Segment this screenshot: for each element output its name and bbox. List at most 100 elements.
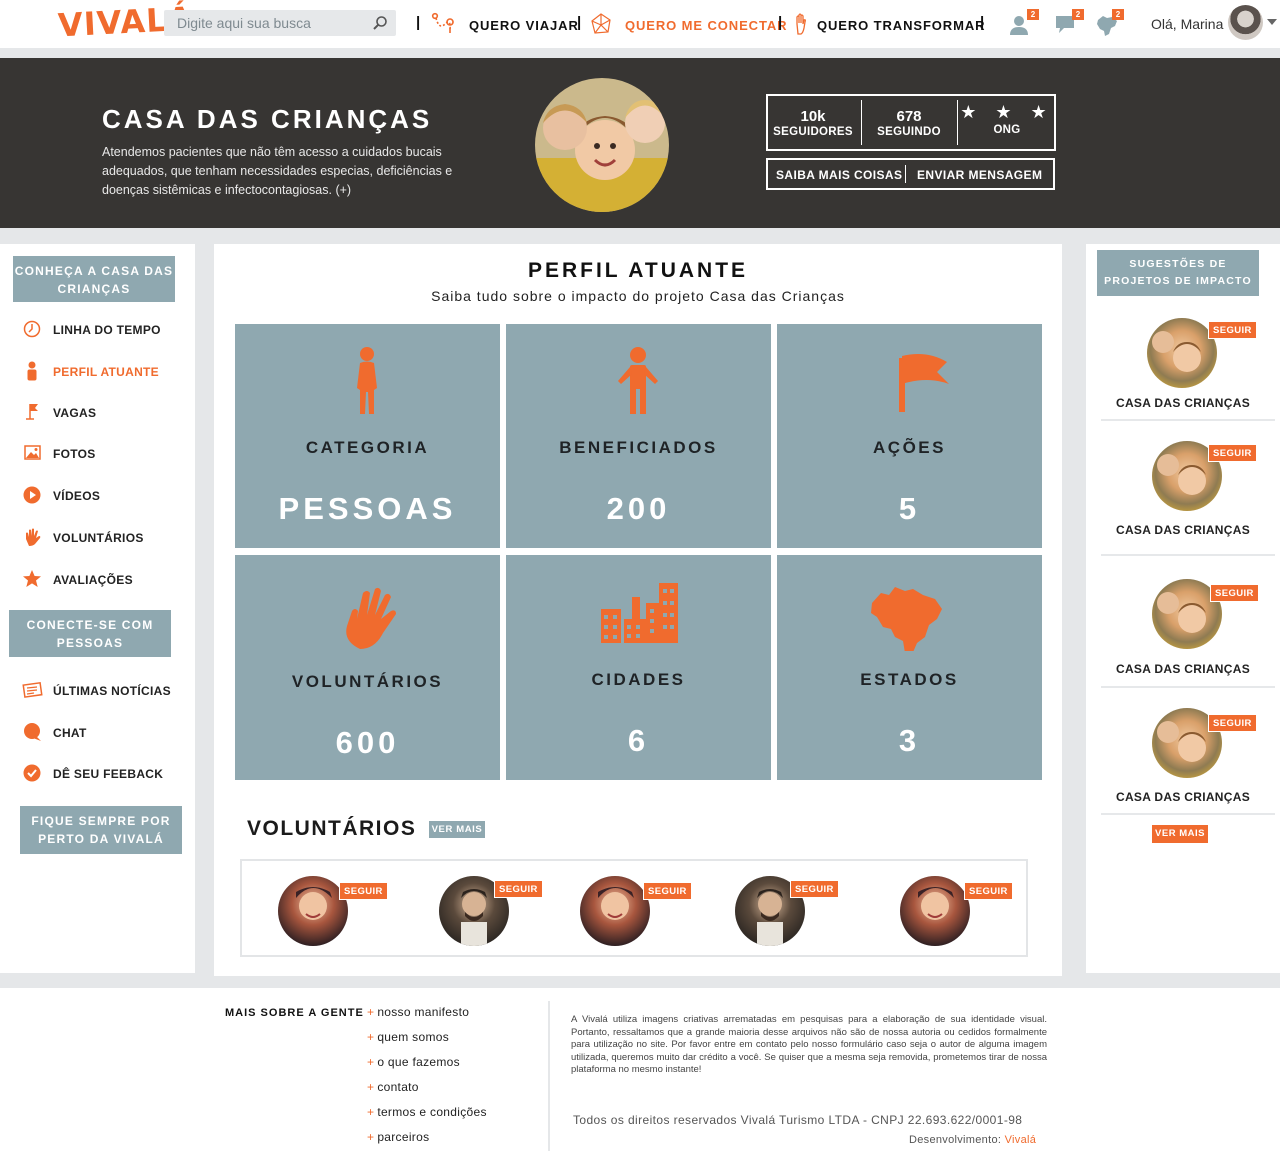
tile-label: CIDADES: [591, 670, 686, 689]
nav-quero-viajar[interactable]: QUERO VIAJAR: [469, 18, 579, 33]
sidebar-item-label: PERFIL ATUANTE: [53, 365, 159, 379]
tile-label: CATEGORIA: [305, 438, 430, 457]
stat-divider: [957, 100, 958, 145]
user-avatar[interactable]: [1228, 5, 1263, 40]
flag-icon: [899, 354, 949, 412]
followers-label: SEGUIDORES: [773, 126, 853, 138]
stat-tile-categoria: CATEGORIA PESSOAS: [235, 324, 500, 548]
hand-icon: [26, 528, 41, 546]
sidebar-item-label: LINHA DO TEMPO: [53, 323, 161, 337]
nav-quero-me-conectar[interactable]: QUERO ME CONECTAR: [625, 18, 787, 33]
chevron-down-icon[interactable]: [1267, 19, 1277, 25]
project-name[interactable]: CASA DAS CRIANÇAS: [1086, 523, 1280, 537]
rating-stat: ★ ★ ★ ONG: [960, 96, 1054, 149]
right-sidebar: SUGESTÕES DE PROJETOS DE IMPACTO SEGUIR …: [1086, 244, 1280, 973]
footer-link-parceiros[interactable]: + parceiros: [367, 1130, 429, 1144]
page-title: PERFIL ATUANTE: [527, 259, 749, 282]
clock-icon: [23, 320, 41, 338]
sidebar-item-linha-do-tempo[interactable]: LINHA DO TEMPO: [22, 319, 192, 339]
footer-link-o-que-fazemos[interactable]: + o que fazemos: [367, 1055, 460, 1069]
following-stat[interactable]: 678 SEGUINDO: [864, 96, 954, 149]
sidebar-item-vagas[interactable]: VAGAS: [22, 402, 192, 422]
footer-link-manifesto[interactable]: + nosso manifesto: [367, 1005, 469, 1019]
profile-photo: [535, 78, 669, 212]
sidebar-item-ultimas-noticias[interactable]: ÚLTIMAS NOTÍCIAS: [22, 680, 192, 700]
search-placeholder: Digite aqui sua busca: [177, 15, 311, 31]
saiba-mais-button[interactable]: SAIBA MAIS COISAS: [776, 168, 902, 182]
footer-link-contato[interactable]: + contato: [367, 1080, 419, 1094]
brazil-map-icon: [871, 587, 942, 651]
button-divider: [905, 165, 906, 183]
stat-tile-cidades: CIDADES 6: [506, 555, 771, 780]
notification-badge: 2: [1027, 9, 1039, 20]
project-name[interactable]: CASA DAS CRIANÇAS: [1086, 662, 1280, 676]
follow-button[interactable]: SEGUIR: [1208, 714, 1257, 732]
volunteers-ver-mais-button[interactable]: VER MAIS: [429, 821, 485, 838]
sidebar-item-voluntarios[interactable]: VOLUNTÁRIOS: [22, 527, 192, 547]
followers-stat[interactable]: 10k SEGUIDORES: [768, 96, 858, 149]
footer: MAIS SOBRE A GENTE + nosso manifesto + que…: [0, 988, 1280, 1161]
footer-link-label: termos e condições: [377, 1105, 487, 1119]
divider: [1101, 419, 1275, 421]
footer-image-credits-note: A Vivalá utiliza imagens criativas arrem…: [571, 1014, 1047, 1076]
volunteer-avatar[interactable]: [580, 876, 650, 946]
developer-link[interactable]: Vivalá: [1005, 1134, 1037, 1146]
sidebar-item-label: AVALIAÇÕES: [53, 573, 133, 587]
sidebar-item-label: VÍDEOS: [53, 489, 101, 503]
sidebar-item-fotos[interactable]: FOTOS: [22, 443, 192, 463]
sidebar-heading-conheca: CONHEÇA A CASA DAS CRIANÇAS: [13, 256, 175, 302]
footer-link-label: parceiros: [377, 1130, 430, 1144]
chat-bubble-icon: [24, 723, 41, 741]
follow-button[interactable]: SEGUIR: [964, 882, 1013, 900]
follow-button[interactable]: SEGUIR: [790, 880, 839, 898]
project-name[interactable]: CASA DAS CRIANÇAS: [1086, 396, 1280, 410]
volunteer-avatar[interactable]: [278, 876, 348, 946]
message-notifications[interactable]: 2: [1054, 9, 1084, 40]
stat-tile-voluntarios: VOLUNTÁRIOS 600: [235, 555, 500, 780]
star-icon: [23, 570, 41, 587]
nav-quero-transformar[interactable]: QUERO TRANSFORMAR: [817, 18, 985, 33]
volunteer-avatar[interactable]: [900, 876, 970, 946]
project-avatar[interactable]: [1147, 318, 1217, 388]
main-content: PERFIL ATUANTE Saiba tudo sobre o impact…: [214, 244, 1062, 976]
nav-separator: |: [980, 14, 985, 31]
sidebar-item-feedback[interactable]: DÊ SEU FEEBACK: [22, 763, 192, 783]
person-icon: [618, 347, 658, 414]
search-input[interactable]: Digite aqui sua busca: [164, 10, 396, 36]
left-sidebar: CONHEÇA A CASA DAS CRIANÇAS LINHA DO TEM…: [0, 244, 195, 973]
search-icon[interactable]: [372, 15, 388, 31]
follow-button[interactable]: SEGUIR: [1208, 321, 1257, 339]
follow-button[interactable]: SEGUIR: [1208, 444, 1257, 462]
project-name[interactable]: CASA DAS CRIANÇAS: [1086, 790, 1280, 804]
follow-button[interactable]: SEGUIR: [643, 882, 692, 900]
sidebar-item-avaliacoes[interactable]: AVALIAÇÕES: [22, 569, 192, 589]
sidebar-heading-conecte-se: CONECTE-SE COM PESSOAS: [9, 610, 171, 657]
sidebar-item-label: DÊ SEU FEEBACK: [53, 767, 164, 781]
newspaper-icon: [22, 681, 43, 698]
map-notifications[interactable]: 2: [1094, 9, 1124, 40]
tile-label: VOLUNTÁRIOS: [291, 672, 444, 691]
hand-icon: [796, 13, 806, 35]
footer-link-label: contato: [377, 1080, 419, 1094]
friend-notifications[interactable]: 2: [1009, 9, 1039, 40]
followers-count: 10k: [800, 108, 826, 125]
user-greeting[interactable]: Olá, Marina: [1151, 16, 1223, 32]
footer-link-quem-somos[interactable]: + quem somos: [367, 1030, 449, 1044]
check-circle-icon: [23, 764, 41, 782]
suggestions-ver-mais-button[interactable]: VER MAIS: [1152, 825, 1208, 843]
sidebar-item-videos[interactable]: VÍDEOS: [22, 485, 192, 505]
send-message-button[interactable]: ENVIAR MENSAGEM: [917, 168, 1042, 182]
sidebar-item-perfil-atuante[interactable]: PERFIL ATUANTE: [22, 361, 192, 381]
tile-value: 3: [898, 723, 921, 758]
follow-button[interactable]: SEGUIR: [494, 880, 543, 898]
sidebar-item-chat[interactable]: CHAT: [22, 722, 192, 742]
follow-button[interactable]: SEGUIR: [339, 882, 388, 900]
org-type-label: ONG: [993, 124, 1021, 136]
follow-button[interactable]: SEGUIR: [1210, 584, 1259, 602]
footer-link-termos[interactable]: + termos e condições: [367, 1105, 487, 1119]
play-icon: [23, 486, 41, 504]
footer-copyright: Todos os direitos reservados Vivalá Turi…: [573, 1113, 1023, 1127]
network-icon: [591, 13, 611, 34]
route-icon: [431, 12, 454, 33]
sidebar-heading-fique-perto[interactable]: FIQUE SEMPRE POR PERTO DA VIVALÁ: [20, 806, 182, 854]
